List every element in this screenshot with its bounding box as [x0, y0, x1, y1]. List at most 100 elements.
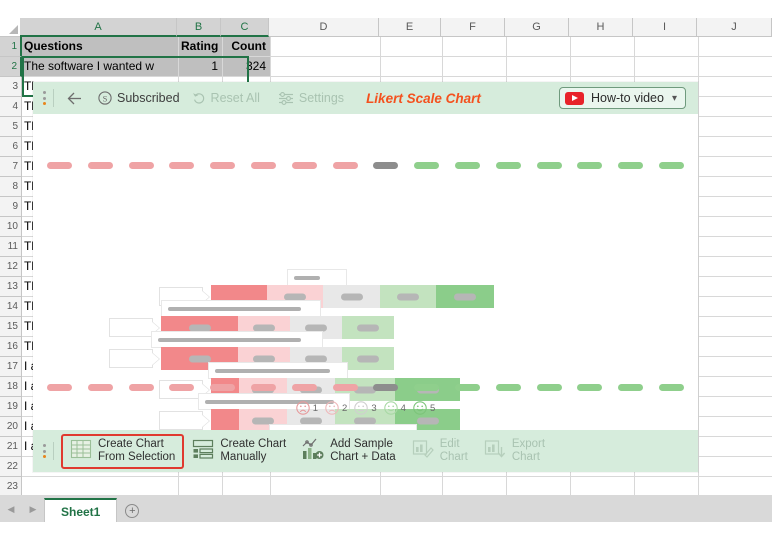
subscribed-button[interactable]: S Subscribed — [92, 89, 186, 107]
cell-J19[interactable] — [699, 397, 772, 417]
chart-preview-placeholder[interactable]: 1 2 3 4 5 — [33, 114, 698, 430]
cell-C23[interactable] — [223, 477, 271, 497]
cell-J3[interactable] — [699, 77, 772, 97]
cell-J13[interactable] — [699, 277, 772, 297]
cell-E23[interactable] — [381, 477, 443, 497]
cell-J10[interactable] — [699, 217, 772, 237]
cell-G1[interactable] — [507, 37, 571, 57]
cell-G23[interactable] — [507, 477, 571, 497]
column-header-a[interactable]: A — [20, 18, 177, 37]
row-header-1[interactable]: 1 — [0, 37, 22, 57]
table-row[interactable] — [22, 477, 772, 497]
cell-J15[interactable] — [699, 317, 772, 337]
drag-handle-dots-icon-bottom[interactable] — [39, 439, 49, 463]
cell-I23[interactable] — [635, 477, 699, 497]
row-header-12[interactable]: 12 — [0, 257, 22, 277]
cell-J8[interactable] — [699, 177, 772, 197]
create-chart-from-selection-button[interactable]: Create Chart From Selection — [61, 433, 185, 469]
legend-item-5[interactable]: 5 — [413, 401, 435, 415]
column-header-d[interactable]: D — [269, 18, 379, 37]
column-header-f[interactable]: F — [441, 18, 505, 37]
row-header-22[interactable]: 22 — [0, 457, 22, 477]
cell-J17[interactable] — [699, 357, 772, 377]
add-sheet-button[interactable]: + — [117, 502, 147, 522]
column-header-e[interactable]: E — [379, 18, 441, 37]
cell-J2[interactable] — [699, 57, 772, 77]
settings-button[interactable]: Settings — [272, 89, 350, 107]
cell-D2[interactable] — [271, 57, 381, 77]
table-row[interactable]: Questions Rating Count — [22, 37, 772, 57]
sheet-tab-sheet1[interactable]: Sheet1 — [44, 498, 118, 522]
add-sample-chart-data-button[interactable]: Add Sample Chart + Data — [294, 435, 404, 468]
cell-B23[interactable] — [179, 477, 223, 497]
cell-J9[interactable] — [699, 197, 772, 217]
cell-J6[interactable] — [699, 137, 772, 157]
row-header-6[interactable]: 6 — [0, 137, 22, 157]
column-header-j[interactable]: J — [697, 18, 772, 37]
legend-item-4[interactable]: 4 — [383, 401, 406, 415]
row-header-8[interactable]: 8 — [0, 177, 22, 197]
cell-F1[interactable] — [443, 37, 507, 57]
cell-F23[interactable] — [443, 477, 507, 497]
cell-C1[interactable]: Count — [223, 37, 271, 57]
cell-J18[interactable] — [699, 377, 772, 397]
cell-J12[interactable] — [699, 257, 772, 277]
cell-H23[interactable] — [571, 477, 635, 497]
cell-A23[interactable] — [22, 477, 179, 497]
row-header-3[interactable]: 3 — [0, 77, 22, 97]
cell-J20[interactable] — [699, 417, 772, 437]
legend-item-2[interactable]: 2 — [325, 401, 347, 415]
column-header-h[interactable]: H — [569, 18, 633, 37]
cell-J5[interactable] — [699, 117, 772, 137]
row-header-11[interactable]: 11 — [0, 237, 22, 257]
drag-handle-dots-icon[interactable] — [39, 86, 49, 110]
row-header-18[interactable]: 18 — [0, 377, 22, 397]
how-to-video-button[interactable]: How-to video ▾ — [559, 87, 686, 109]
cell-E1[interactable] — [381, 37, 443, 57]
cell-D1[interactable] — [271, 37, 381, 57]
row-header-23[interactable]: 23 — [0, 477, 22, 497]
reset-all-button[interactable]: Reset All — [186, 89, 266, 107]
row-header-15[interactable]: 15 — [0, 317, 22, 337]
row-header-13[interactable]: 13 — [0, 277, 22, 297]
back-button[interactable] — [61, 90, 92, 107]
prev-sheet-button[interactable]: ◀ — [0, 504, 22, 522]
bar-segment-5[interactable] — [436, 285, 494, 308]
cell-D23[interactable] — [271, 477, 381, 497]
bar-segment-4[interactable] — [380, 285, 436, 308]
cell-J14[interactable] — [699, 297, 772, 317]
cell-J4[interactable] — [699, 97, 772, 117]
table-row[interactable]: The software I wanted w 1 324 — [22, 57, 772, 77]
cell-J16[interactable] — [699, 337, 772, 357]
cell-J22[interactable] — [699, 457, 772, 477]
cell-E2[interactable] — [381, 57, 443, 77]
row-header-5[interactable]: 5 — [0, 117, 22, 137]
next-sheet-button[interactable]: ▶ — [22, 504, 44, 522]
row-header-20[interactable]: 20 — [0, 417, 22, 437]
row-header-9[interactable]: 9 — [0, 197, 22, 217]
cell-I1[interactable] — [635, 37, 699, 57]
bar-segment-4[interactable] — [342, 316, 394, 339]
column-header-i[interactable]: I — [633, 18, 697, 37]
cell-H2[interactable] — [571, 57, 635, 77]
cell-C2[interactable]: 324 — [223, 57, 271, 77]
row-header-17[interactable]: 17 — [0, 357, 22, 377]
legend-item-1[interactable]: 1 — [296, 401, 318, 415]
cell-J23[interactable] — [699, 477, 772, 497]
row-header-14[interactable]: 14 — [0, 297, 22, 317]
cell-J21[interactable] — [699, 437, 772, 457]
cell-F2[interactable] — [443, 57, 507, 77]
row-header-16[interactable]: 16 — [0, 337, 22, 357]
row-header-7[interactable]: 7 — [0, 157, 22, 177]
cell-J11[interactable] — [699, 237, 772, 257]
select-all-corner[interactable] — [0, 18, 20, 37]
row-header-19[interactable]: 19 — [0, 397, 22, 417]
cell-A1[interactable]: Questions — [22, 37, 179, 57]
cell-H1[interactable] — [571, 37, 635, 57]
bar-segment-3[interactable] — [323, 285, 380, 308]
row-header-10[interactable]: 10 — [0, 217, 22, 237]
row-header-2[interactable]: 2 — [0, 57, 22, 77]
cell-J1[interactable] — [699, 37, 772, 57]
create-chart-manually-button[interactable]: Create Chart Manually — [184, 435, 294, 468]
cell-B1[interactable]: Rating — [179, 37, 223, 57]
